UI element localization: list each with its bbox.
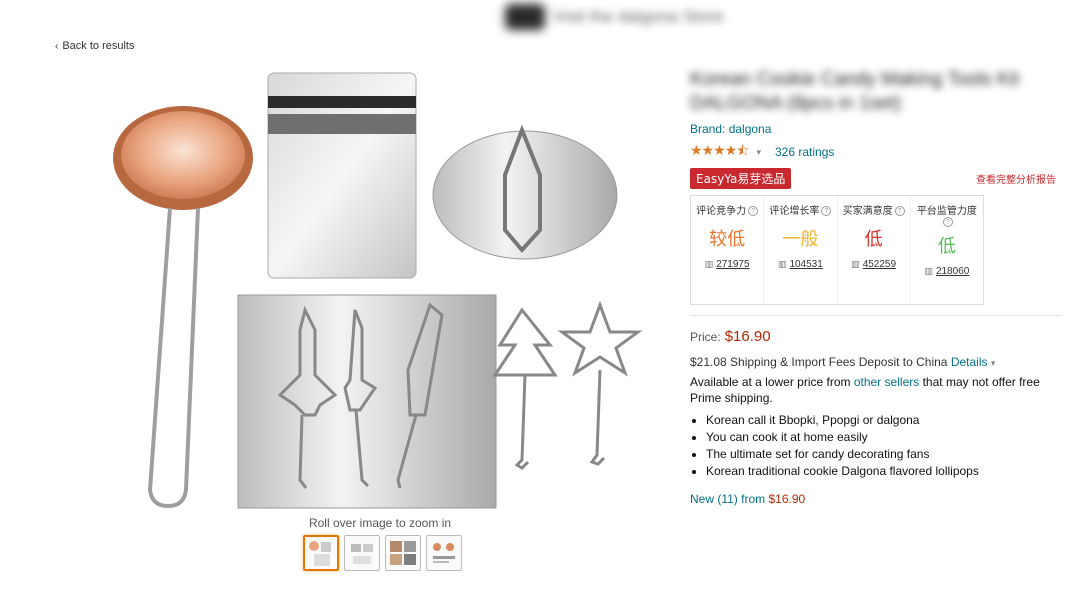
list-item: Korean traditional cookie Dalgona flavor… — [706, 463, 1062, 480]
metric-count: 218060 — [935, 266, 970, 277]
bar-chart-icon: ▥ — [924, 266, 933, 276]
shipping-text: $21.08 Shipping & Import Fees Deposit to… — [690, 355, 948, 369]
bar-chart-icon: ▥ — [704, 259, 714, 269]
price-label: Price: — [690, 330, 721, 344]
metric-platform-regulation: 平台监管力度? 低 ▥ 218060 — [911, 196, 983, 304]
metric-value: 较低 — [709, 229, 746, 250]
thumbnail-2[interactable] — [344, 535, 380, 571]
full-report-link[interactable]: 查看完整分析报告 — [976, 171, 1056, 186]
product-title: Korean Cookie Candy Making Tools Kit DAL… — [690, 69, 1020, 114]
main-product-image[interactable] — [110, 70, 650, 510]
price-value: $16.90 — [724, 328, 771, 345]
brand-link[interactable]: Brand: dalgona — [690, 122, 1062, 136]
help-icon[interactable]: ? — [748, 206, 759, 217]
list-item: The ultimate set for candy decorating fa… — [706, 446, 1062, 463]
star-rating-icon[interactable]: ★★★★⯪ — [690, 140, 749, 164]
help-icon[interactable]: ? — [821, 206, 832, 217]
help-icon[interactable]: ? — [942, 217, 953, 228]
list-item: Korean call it Bbopki, Ppopgi or dalgona — [706, 412, 1062, 429]
round-press — [432, 124, 618, 260]
ratings-count-link[interactable]: 326 ratings — [775, 145, 834, 159]
metric-value: 一般 — [782, 229, 819, 250]
metric-buyer-satisfaction: 买家满意度? 低 ▥ 452259 — [838, 196, 911, 304]
store-header: Visit the dalgona Store — [505, 2, 835, 32]
chevron-down-icon[interactable]: ▾ — [756, 147, 761, 158]
easyya-header: EasyYa易芽选品 查看完整分析报告 — [690, 168, 1062, 189]
metric-count: 271975 — [716, 259, 750, 270]
divider — [690, 315, 1062, 316]
store-text: Visit the dalgona Store — [553, 7, 724, 26]
metric-label: 评论增长率 — [769, 206, 820, 217]
bar-chart-icon: ▥ — [851, 259, 860, 269]
price-row: Price: $16.90 — [690, 328, 1062, 345]
easyya-metrics: 评论竞争力? 较低 ▥ 271975 评论增长率? 一般 ▥ 104531 买家满意… — [690, 195, 984, 305]
back-to-results-link[interactable]: ‹ Back to results — [55, 40, 134, 52]
rating-row: ★★★★⯪ ▾ 326 ratings — [690, 140, 1062, 164]
metric-comment-growth: 评论增长率? 一般 ▥ 104531 — [764, 196, 838, 304]
metric-comment-competitiveness: 评论竞争力? 较低 ▥ 271975 — [691, 196, 765, 304]
new-offers-link[interactable]: New (11) from $16.90 — [690, 492, 1062, 506]
help-icon[interactable]: ? — [894, 206, 905, 217]
thumbnail-strip — [303, 535, 462, 571]
shipping-details-link[interactable]: Details ▾ — [951, 355, 996, 369]
product-info-panel: Korean Cookie Candy Making Tools Kit DAL… — [690, 68, 1062, 506]
shipping-info: $21.08 Shipping & Import Fees Deposit to… — [690, 355, 1062, 369]
zoom-hint: Roll over image to zoom in — [308, 516, 452, 530]
copper-ladle — [113, 106, 253, 509]
new-offers-price: $16.90 — [768, 492, 806, 506]
metric-count: 452259 — [862, 259, 897, 270]
thumbnail-3[interactable] — [385, 535, 421, 571]
easyya-badge: EasyYa易芽选品 — [690, 168, 792, 189]
thumbnail-4[interactable] — [426, 535, 462, 571]
list-item: You can cook it at home easily — [706, 429, 1062, 446]
metric-value: 低 — [864, 229, 883, 250]
feature-bullets: Korean call it Bbopki, Ppopgi or dalgona… — [690, 412, 1062, 480]
chevron-left-icon: ‹ — [55, 41, 59, 52]
store-logo — [505, 4, 545, 30]
metric-label: 评论竞争力 — [696, 206, 747, 217]
metric-count: 104531 — [789, 259, 823, 270]
metal-scraper — [267, 72, 417, 279]
metric-label: 买家满意度 — [842, 206, 893, 217]
metric-label: 平台监管力度 — [916, 206, 977, 217]
bar-chart-icon: ▥ — [777, 259, 787, 269]
availability-text: Available at a lower price from other se… — [690, 375, 1040, 405]
chevron-down-icon: ▾ — [990, 358, 996, 368]
back-label: Back to results — [62, 40, 135, 52]
metric-value: 低 — [937, 236, 956, 257]
other-sellers-link[interactable]: other sellers — [854, 375, 919, 389]
thumbnail-1[interactable] — [303, 535, 339, 571]
